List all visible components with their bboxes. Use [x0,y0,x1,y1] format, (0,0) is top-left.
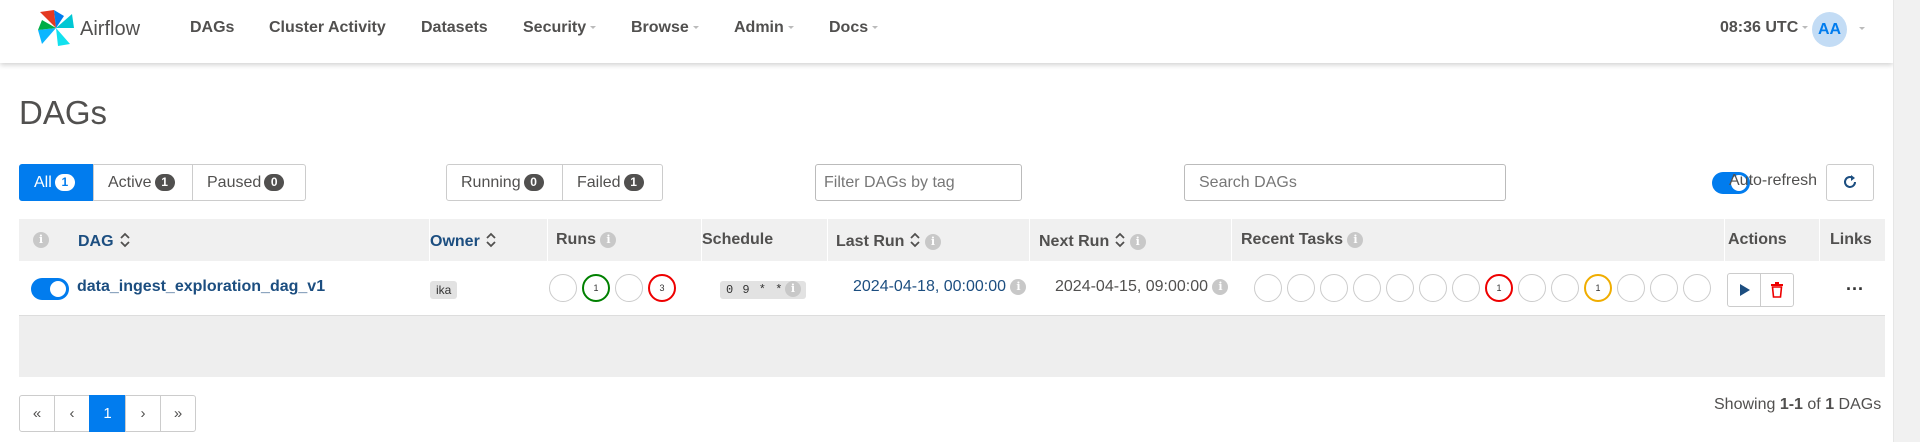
info-icon: i [1347,232,1364,248]
page-title: DAGs [19,94,108,131]
task-state-circle[interactable] [1683,274,1711,302]
page: Airflow DAGs Cluster Activity Datasets S… [0,0,1893,442]
nav-datasets[interactable]: Datasets [421,19,488,37]
toggle-knob [50,281,66,297]
task-state-circle[interactable] [1353,274,1381,302]
info-icon: i [1010,279,1027,295]
sort-icon [910,232,921,248]
info-icon[interactable]: i [785,281,801,297]
play-icon [1740,284,1750,296]
info-icon: i [1212,279,1229,295]
task-state-circle[interactable] [1452,274,1480,302]
showing-count: Showing 1-1 of 1 DAGs [1714,396,1882,413]
refresh-button[interactable] [1826,164,1874,201]
owner-tag[interactable]: ika [430,281,458,299]
table-empty-area [19,316,1885,377]
caret-down-icon [872,26,879,30]
search-dags-input[interactable] [1184,164,1506,201]
info-icon: i [1129,234,1146,250]
pagination-prev-button[interactable]: ‹ [54,395,90,432]
nav-cluster-activity[interactable]: Cluster Activity [269,19,386,37]
delete-dag-button[interactable] [1760,273,1794,307]
nav-browse[interactable]: Browse [631,19,699,37]
task-state-circle[interactable] [1287,274,1315,302]
dag-table-header: i DAG Owner Runs i Schedule Last Run i N… [19,219,1885,261]
task-state-circle[interactable] [1551,274,1579,302]
last-run-link[interactable]: 2024-04-18, 00:00:00 i [853,278,1027,296]
vertical-scrollbar[interactable] [1893,0,1920,442]
timezone-clock[interactable]: 08:36 UTC [1720,19,1809,37]
filter-paused-button[interactable]: Paused 0 [192,164,306,201]
header-schedule: Schedule [702,231,774,248]
filter-active-button[interactable]: Active 1 [93,164,193,201]
links-menu-button[interactable]: ... [1846,274,1864,295]
brand-name: Airflow [80,18,141,40]
task-state-circle[interactable] [1386,274,1414,302]
dag-id-link[interactable]: data_ingest_exploration_dag_v1 [77,278,325,296]
pagination-first-button[interactable]: « [19,395,55,432]
task-state-circle[interactable] [1254,274,1282,302]
trigger-dag-button[interactable] [1727,273,1761,307]
airflow-pinwheel-icon [38,10,74,46]
count-badge: 0 [264,174,285,191]
count-badge: 1 [623,174,644,191]
task-state-failed[interactable]: 1 [1485,274,1513,302]
nav-dags[interactable]: DAGs [190,19,234,37]
header-links: Links [1830,231,1872,248]
sort-icon [119,232,130,248]
count-badge: 0 [523,174,544,191]
pagination-page-1[interactable]: 1 [89,395,126,432]
caret-down-icon [692,26,699,30]
task-state-circle[interactable] [1617,274,1645,302]
table-row: data_ingest_exploration_dag_v1 ika 1 3 0… [19,261,1885,316]
run-state-running[interactable] [615,274,643,302]
task-state-circle[interactable] [1518,274,1546,302]
filter-failed-button[interactable]: Failed 1 [562,164,663,201]
filter-running-button[interactable]: Running 0 [446,164,563,201]
info-icon: i [924,234,941,250]
pagination-last-button[interactable]: » [160,395,196,432]
caret-down-icon [1802,26,1809,30]
header-runs: Runs i [556,231,617,249]
header-last-run[interactable]: Last Run i [836,231,941,251]
count-badge: 1 [54,174,75,191]
run-state-success[interactable]: 1 [582,274,610,302]
sort-icon [486,232,496,248]
task-state-circle[interactable] [1419,274,1447,302]
dag-pause-toggle[interactable] [31,278,69,300]
task-state-circle[interactable] [1320,274,1348,302]
header-actions: Actions [1728,231,1787,248]
count-badge: 1 [154,174,175,191]
info-icon: i [33,232,49,248]
nav-security[interactable]: Security [523,19,597,37]
caret-down-icon [590,26,597,30]
trash-icon [1771,282,1783,298]
filter-all-button[interactable]: All 1 [19,164,93,201]
next-run-value: 2024-04-15, 09:00:00 i [1055,278,1229,296]
info-icon: i [600,232,617,248]
nav-admin[interactable]: Admin [734,19,794,37]
task-state-upstream-failed[interactable]: 1 [1584,274,1612,302]
brand-logo-link[interactable]: Airflow [36,6,146,50]
header-recent-tasks: Recent Tasks i [1241,231,1364,249]
task-state-circle[interactable] [1650,274,1678,302]
navbar: Airflow DAGs Cluster Activity Datasets S… [0,0,1893,63]
nav-docs[interactable]: Docs [829,19,879,37]
pagination-next-button[interactable]: › [125,395,161,432]
sort-icon [1115,232,1125,248]
tag-filter-input[interactable] [815,164,1022,201]
header-next-run[interactable]: Next Run i [1039,231,1146,251]
user-menu-caret-icon[interactable] [1859,27,1865,30]
run-state-failed[interactable]: 3 [648,274,676,302]
refresh-icon [1844,175,1856,188]
auto-refresh-label: Auto-refresh [1729,172,1818,189]
run-state-queued[interactable] [549,274,577,302]
header-owner[interactable]: Owner [430,231,496,251]
header-dag[interactable]: DAG [78,231,130,251]
caret-down-icon [787,26,794,30]
user-avatar[interactable]: AA [1812,12,1847,47]
